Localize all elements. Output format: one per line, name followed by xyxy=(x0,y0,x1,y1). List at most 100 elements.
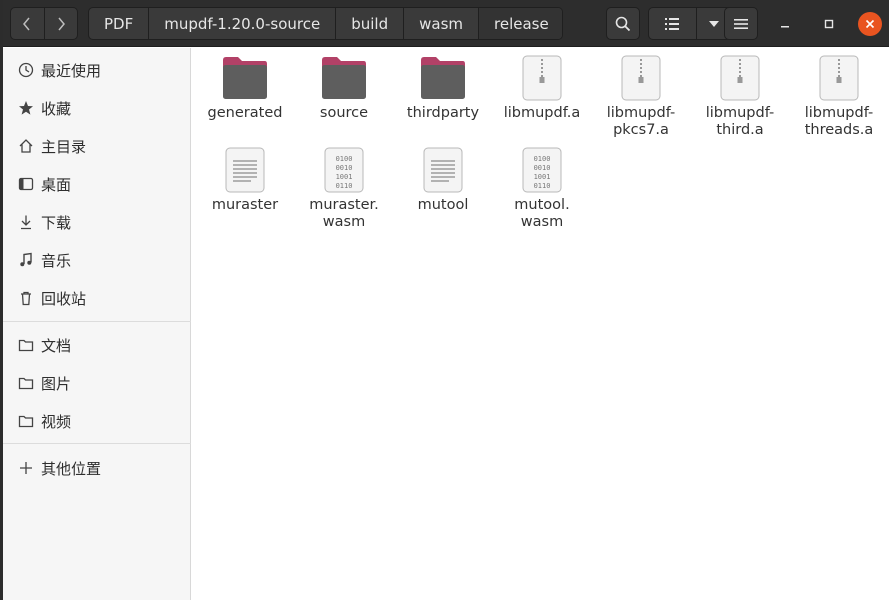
close-icon xyxy=(865,19,875,29)
sidebar-item-label: 下载 xyxy=(41,213,72,232)
archive-icon xyxy=(616,54,666,102)
maximize-button[interactable] xyxy=(817,12,841,36)
file-name: thirdparty xyxy=(406,105,480,121)
chevron-left-icon xyxy=(23,17,30,30)
main-menu-button[interactable] xyxy=(724,7,758,40)
home-icon xyxy=(16,136,36,156)
maximize-icon xyxy=(824,19,834,29)
breadcrumb-item-wasm[interactable]: wasm xyxy=(404,8,479,39)
sidebar-item-trash[interactable]: 回收站 xyxy=(3,280,191,316)
binary-file-icon: 0100 0010 1001 0110 xyxy=(517,146,567,194)
nav-buttons xyxy=(10,7,78,40)
list-view-button[interactable] xyxy=(649,8,696,39)
svg-text:1001: 1001 xyxy=(534,173,551,181)
sidebar-item-label: 视频 xyxy=(41,412,72,431)
file-name: mutool xyxy=(417,197,469,213)
sidebar-item-label: 桌面 xyxy=(41,175,72,194)
sidebar-item-downloads[interactable]: 下载 xyxy=(3,204,191,240)
sidebar-item-documents[interactable]: 文档 xyxy=(3,327,191,363)
sidebar-item-pictures[interactable]: 图片 xyxy=(3,365,191,401)
sidebar-item-videos[interactable]: 视频 xyxy=(3,403,191,439)
sidebar-item-label: 最近使用 xyxy=(41,61,102,80)
file-item-muraster[interactable]: muraster xyxy=(196,146,294,214)
folder-icon xyxy=(220,54,270,102)
trash-icon xyxy=(16,288,36,308)
file-grid: generated source thirdparty libmupdf.a l… xyxy=(192,48,889,600)
desktop-icon xyxy=(16,174,36,194)
file-item-muraster-wasm[interactable]: 0100 0010 1001 0110 muraster. wasm xyxy=(295,146,393,231)
file-name: mutool. wasm xyxy=(514,197,570,230)
archive-icon xyxy=(517,54,567,102)
svg-text:0010: 0010 xyxy=(534,164,551,172)
file-manager-window: PDF mupdf-1.20.0-source build wasm relea… xyxy=(3,0,889,600)
file-item-libmupdf-threads[interactable]: libmupdf- threads.a xyxy=(790,54,888,139)
svg-text:0100: 0100 xyxy=(336,155,353,163)
archive-icon xyxy=(715,54,765,102)
sidebar-item-label: 收藏 xyxy=(41,99,72,118)
file-name: libmupdf- third.a xyxy=(705,105,775,138)
folder-icon xyxy=(16,373,36,393)
sidebar-item-label: 图片 xyxy=(41,374,72,393)
svg-text:0010: 0010 xyxy=(336,164,353,172)
sidebar: 最近使用 收藏 主目录 桌面 下载 音乐 回收站 文档 图片 视频 其他位置 xyxy=(3,48,191,600)
music-icon xyxy=(16,250,36,270)
archive-icon xyxy=(814,54,864,102)
text-file-icon xyxy=(220,146,270,194)
header-bar: PDF mupdf-1.20.0-source build wasm relea… xyxy=(3,0,889,47)
file-item-libmupdf-pkcs7[interactable]: libmupdf- pkcs7.a xyxy=(592,54,690,139)
view-toggle-group xyxy=(648,7,732,40)
svg-text:0110: 0110 xyxy=(534,182,551,190)
file-name: libmupdf.a xyxy=(503,105,581,121)
file-name: muraster. wasm xyxy=(309,197,379,230)
sidebar-item-music[interactable]: 音乐 xyxy=(3,242,191,278)
sidebar-item-recent[interactable]: 最近使用 xyxy=(3,52,191,88)
file-name: source xyxy=(319,105,369,121)
caret-down-icon xyxy=(708,20,719,27)
folder-icon xyxy=(16,411,36,431)
sidebar-separator xyxy=(3,321,191,322)
binary-file-icon: 0100 0010 1001 0110 xyxy=(319,146,369,194)
breadcrumb-item-release[interactable]: release xyxy=(479,8,562,39)
folder-icon xyxy=(319,54,369,102)
sidebar-item-desktop[interactable]: 桌面 xyxy=(3,166,191,202)
file-item-mutool-wasm[interactable]: 0100 0010 1001 0110 mutool. wasm xyxy=(493,146,591,231)
sidebar-item-label: 回收站 xyxy=(41,289,87,308)
sidebar-item-label: 文档 xyxy=(41,336,72,355)
breadcrumb-item-mupdf-source[interactable]: mupdf-1.20.0-source xyxy=(149,8,337,39)
file-item-libmupdf[interactable]: libmupdf.a xyxy=(493,54,591,122)
sidebar-item-home[interactable]: 主目录 xyxy=(3,128,191,164)
svg-text:0100: 0100 xyxy=(534,155,551,163)
minimize-icon xyxy=(781,26,789,28)
file-item-source[interactable]: source xyxy=(295,54,393,122)
sidebar-item-other-locations[interactable]: 其他位置 xyxy=(3,450,191,486)
hamburger-icon xyxy=(734,18,748,29)
close-button[interactable] xyxy=(858,12,882,36)
sidebar-separator xyxy=(3,443,191,444)
file-item-thirdparty[interactable]: thirdparty xyxy=(394,54,492,122)
back-button[interactable] xyxy=(11,8,44,39)
text-file-icon xyxy=(418,146,468,194)
sidebar-item-label: 其他位置 xyxy=(41,459,102,478)
sidebar-item-label: 音乐 xyxy=(41,251,72,270)
minimize-button[interactable] xyxy=(773,12,797,36)
folder-icon xyxy=(418,54,468,102)
sidebar-item-starred[interactable]: 收藏 xyxy=(3,90,191,126)
breadcrumb-item-pdf[interactable]: PDF xyxy=(89,8,150,39)
download-icon xyxy=(16,212,36,232)
file-name: libmupdf- threads.a xyxy=(804,105,874,138)
chevron-right-icon xyxy=(58,17,65,30)
forward-button[interactable] xyxy=(43,8,78,39)
list-view-icon xyxy=(665,17,680,30)
file-name: libmupdf- pkcs7.a xyxy=(606,105,676,138)
file-name: generated xyxy=(207,105,283,121)
breadcrumb-item-build[interactable]: build xyxy=(336,8,405,39)
file-name: muraster xyxy=(211,197,279,213)
file-item-mutool[interactable]: mutool xyxy=(394,146,492,214)
file-item-generated[interactable]: generated xyxy=(196,54,294,122)
breadcrumb: PDF mupdf-1.20.0-source build wasm relea… xyxy=(88,7,563,40)
search-button[interactable] xyxy=(606,7,640,40)
star-icon xyxy=(16,98,36,118)
file-item-libmupdf-third[interactable]: libmupdf- third.a xyxy=(691,54,789,139)
plus-icon xyxy=(16,458,36,478)
recent-icon xyxy=(16,60,36,80)
